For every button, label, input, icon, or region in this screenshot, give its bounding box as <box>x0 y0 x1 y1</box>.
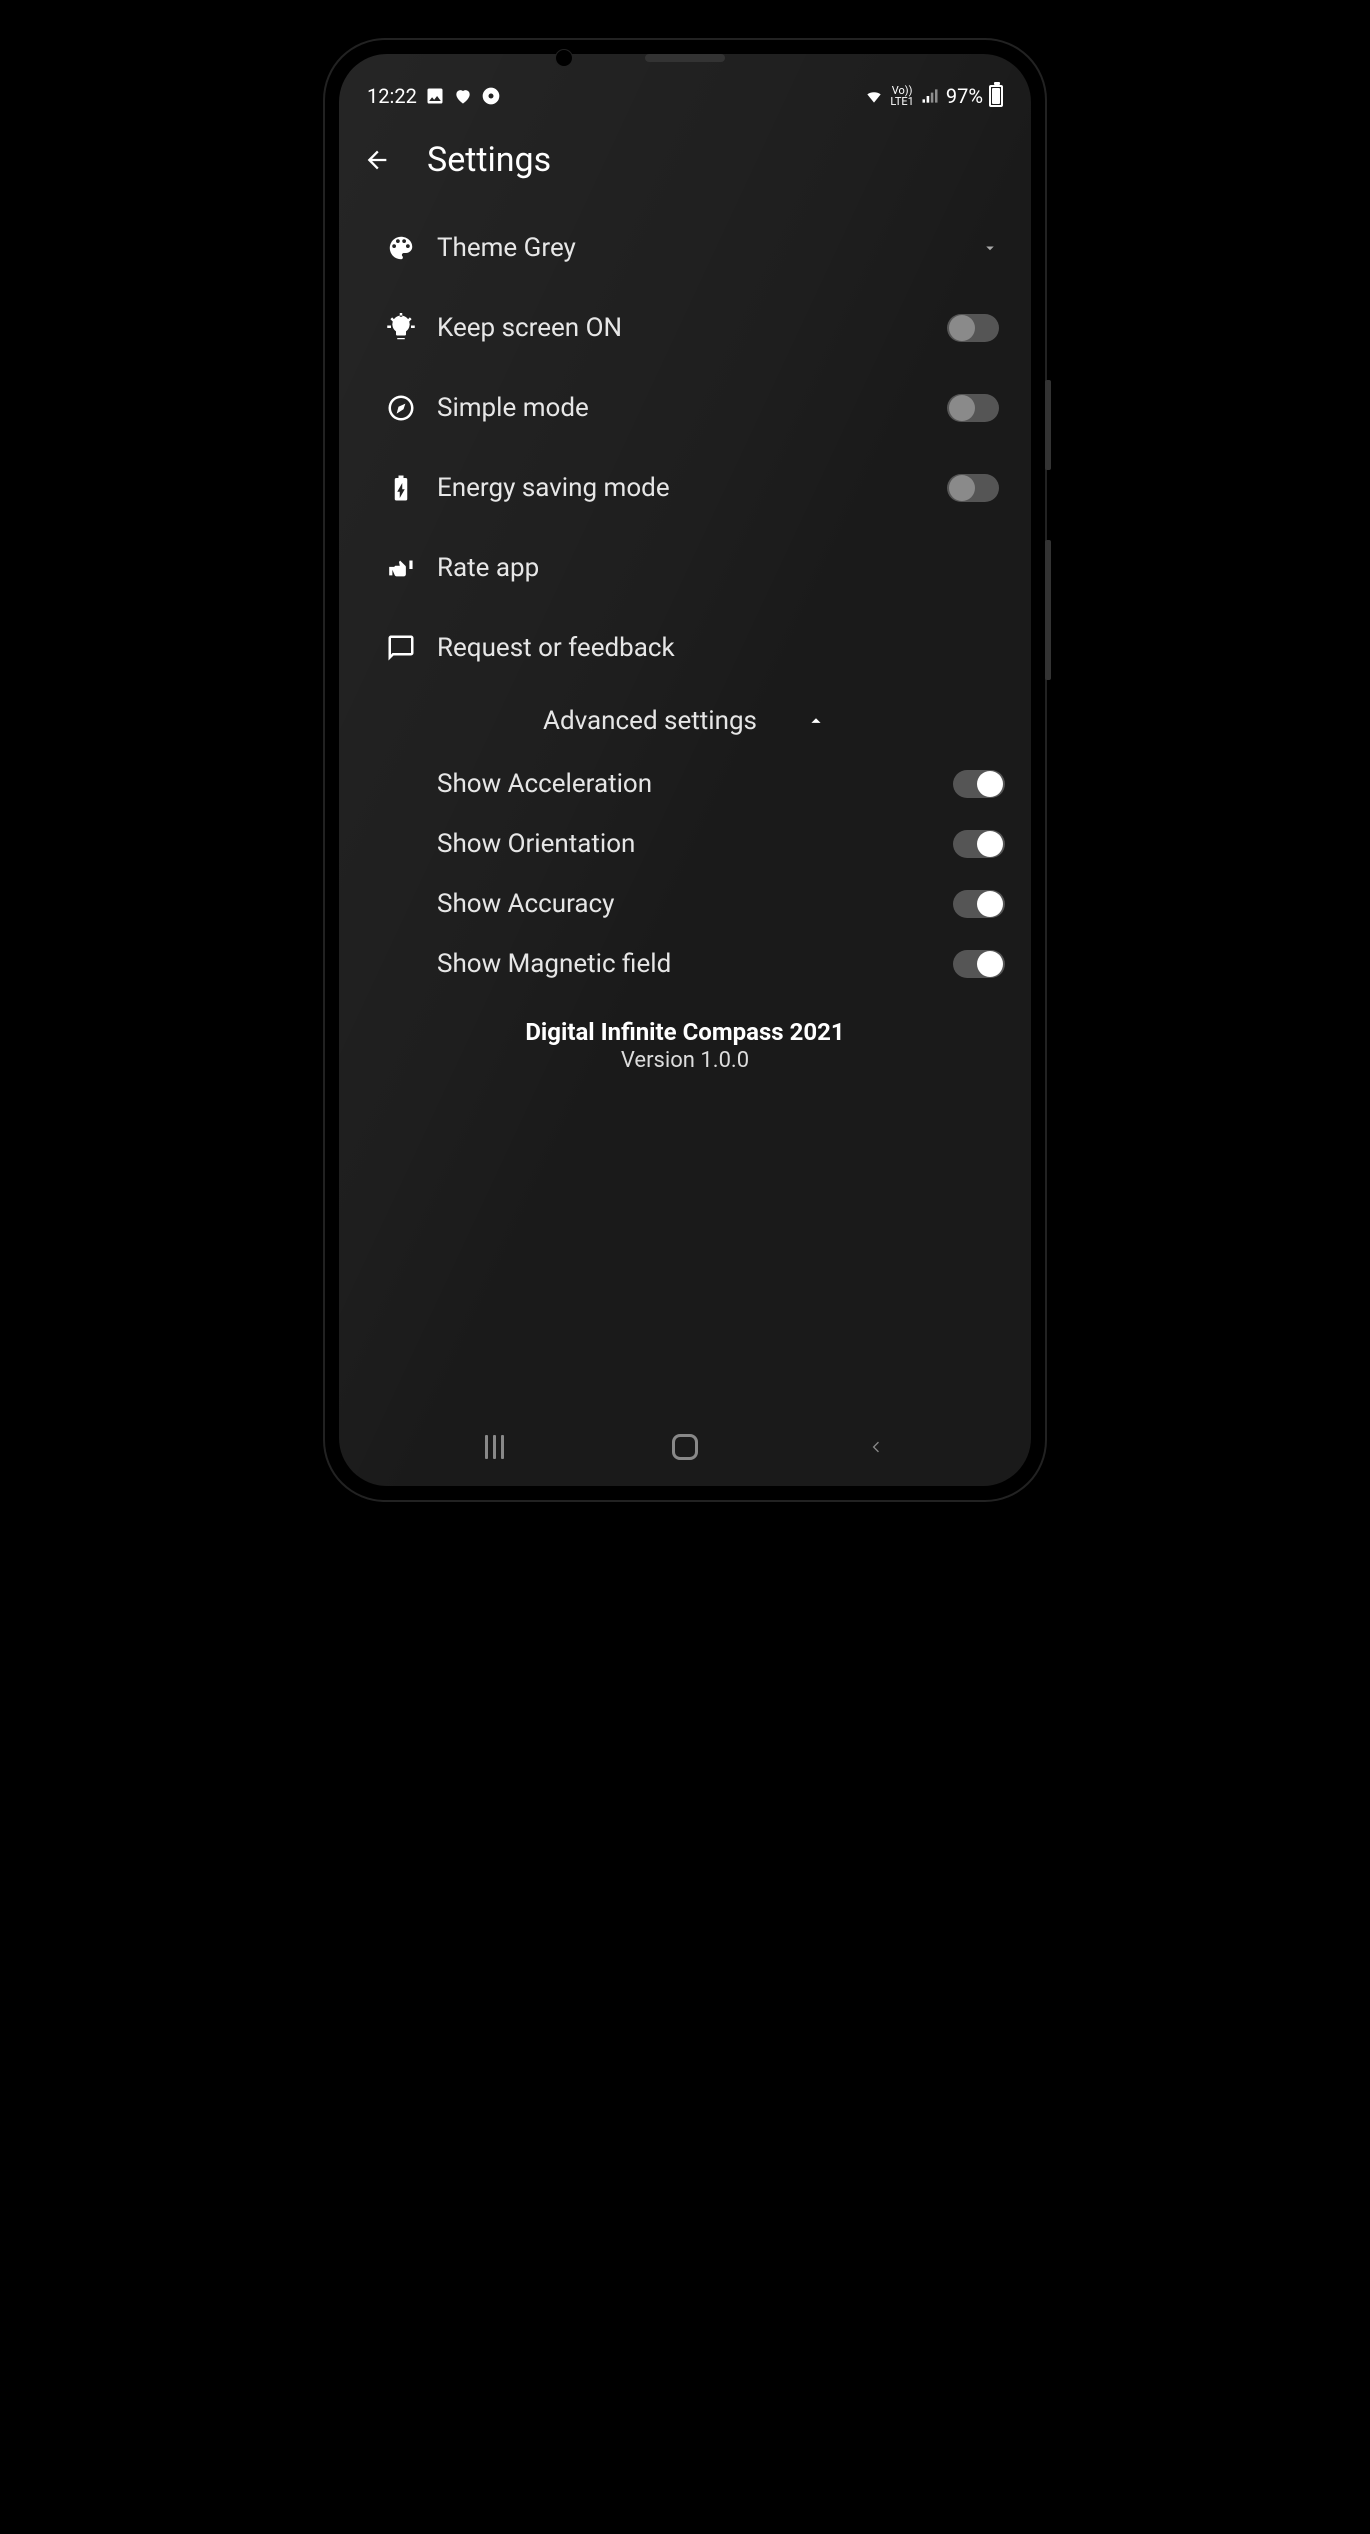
app-name: Digital Infinite Compass 2021 <box>347 1018 1023 1046</box>
disc-icon <box>481 86 501 106</box>
show-magnetic-row: Show Magnetic field <box>347 934 1023 994</box>
settings-list: Theme Grey Keep screen ON Simple mode En… <box>339 208 1031 1073</box>
battery-percent: 97% <box>946 84 983 108</box>
feedback-row[interactable]: Request or feedback <box>347 608 1023 688</box>
simple-mode-label: Simple mode <box>437 393 947 423</box>
show-orientation-row: Show Orientation <box>347 814 1023 874</box>
compass-icon <box>386 393 416 423</box>
palette-icon <box>386 233 416 263</box>
chevron-down-icon <box>981 239 999 257</box>
nav-home-button[interactable] <box>670 1432 700 1462</box>
rate-app-row[interactable]: Rate app <box>347 528 1023 608</box>
status-time: 12:22 <box>367 84 417 108</box>
keep-screen-label: Keep screen ON <box>437 313 947 343</box>
volte-label: Vo))LTE1 <box>890 85 913 107</box>
phone-frame: 12:22 Vo))LTE1 97% Settings Theme Gre <box>325 40 1045 1500</box>
theme-row[interactable]: Theme Grey <box>347 208 1023 288</box>
keep-screen-row: Keep screen ON <box>347 288 1023 368</box>
phone-side-button <box>1045 540 1051 680</box>
theme-label: Theme Grey <box>437 233 981 263</box>
energy-saving-toggle[interactable] <box>947 474 999 502</box>
app-version: Version 1.0.0 <box>347 1048 1023 1073</box>
chat-icon <box>386 633 416 663</box>
show-magnetic-toggle[interactable] <box>953 950 1005 978</box>
energy-saving-label: Energy saving mode <box>437 473 947 503</box>
show-orientation-toggle[interactable] <box>953 830 1005 858</box>
signal-icon <box>920 86 940 106</box>
feedback-label: Request or feedback <box>437 633 1005 663</box>
energy-saving-row: Energy saving mode <box>347 448 1023 528</box>
show-accuracy-label: Show Accuracy <box>437 889 953 919</box>
wifi-icon <box>864 86 884 106</box>
advanced-settings-header[interactable]: Advanced settings <box>347 688 1023 754</box>
system-nav-bar <box>339 1432 1031 1462</box>
show-accuracy-toggle[interactable] <box>953 890 1005 918</box>
rate-app-label: Rate app <box>437 553 1005 583</box>
thumbs-icon <box>386 553 416 583</box>
chevron-up-icon <box>805 710 827 732</box>
phone-side-button <box>1045 380 1051 470</box>
phone-notch <box>645 54 725 62</box>
back-arrow-icon[interactable] <box>363 146 391 174</box>
simple-mode-row: Simple mode <box>347 368 1023 448</box>
show-accuracy-row: Show Accuracy <box>347 874 1023 934</box>
battery-charge-icon <box>386 473 416 503</box>
phone-screen: 12:22 Vo))LTE1 97% Settings Theme Gre <box>339 54 1031 1486</box>
show-acceleration-row: Show Acceleration <box>347 754 1023 814</box>
app-bar: Settings <box>339 120 1031 208</box>
nav-back-button[interactable] <box>861 1432 891 1462</box>
heart-icon <box>453 86 473 106</box>
show-magnetic-label: Show Magnetic field <box>437 949 953 979</box>
bulb-icon <box>386 313 416 343</box>
nav-recent-button[interactable] <box>479 1432 509 1462</box>
image-icon <box>425 86 445 106</box>
show-orientation-label: Show Orientation <box>437 829 953 859</box>
show-acceleration-toggle[interactable] <box>953 770 1005 798</box>
page-title: Settings <box>427 140 551 180</box>
show-acceleration-label: Show Acceleration <box>437 769 953 799</box>
keep-screen-toggle[interactable] <box>947 314 999 342</box>
status-bar: 12:22 Vo))LTE1 97% <box>339 72 1031 120</box>
battery-icon <box>989 85 1003 107</box>
advanced-settings-label: Advanced settings <box>543 706 757 736</box>
simple-mode-toggle[interactable] <box>947 394 999 422</box>
about-section: Digital Infinite Compass 2021 Version 1.… <box>347 1018 1023 1073</box>
